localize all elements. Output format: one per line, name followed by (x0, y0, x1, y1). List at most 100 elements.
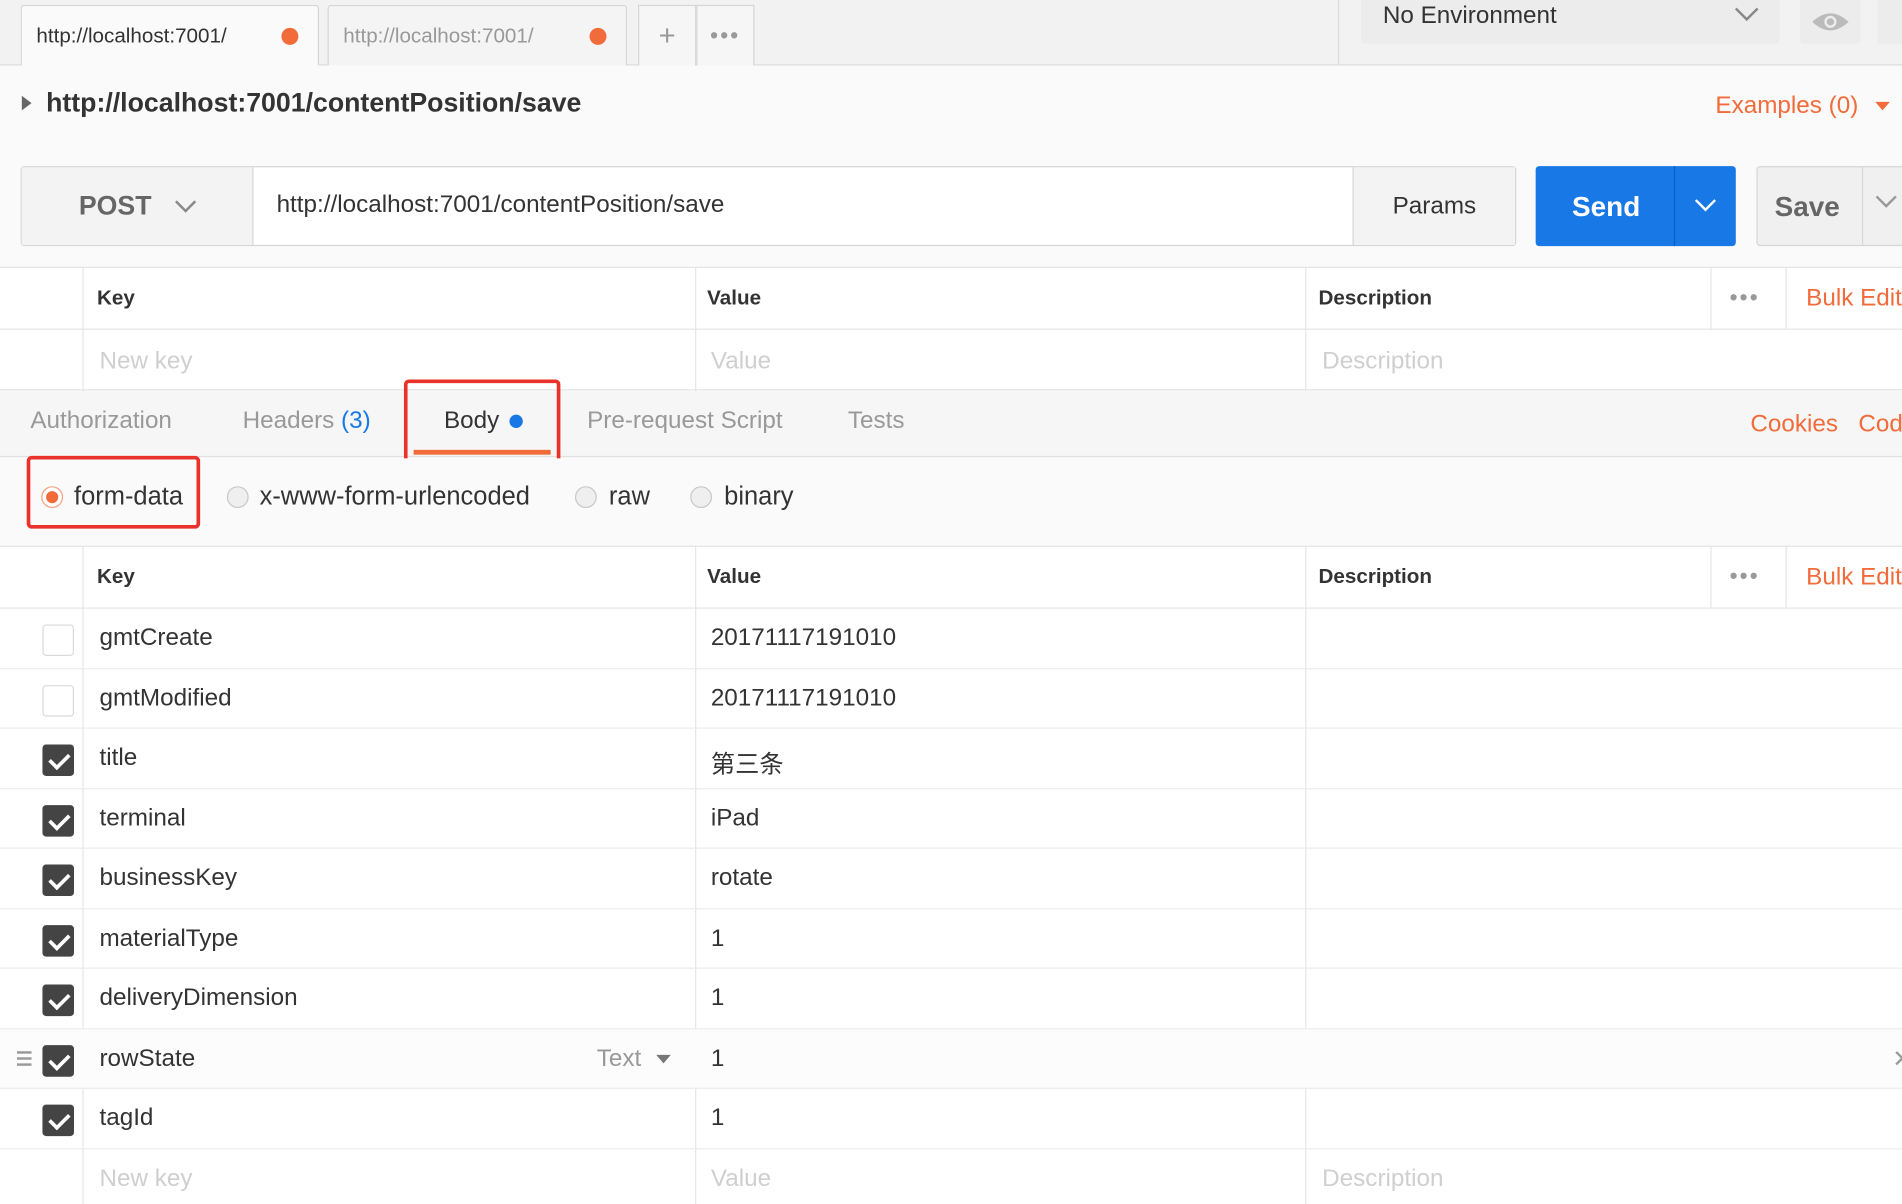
save-button[interactable]: Save (1756, 166, 1902, 247)
send-button[interactable]: Send (1535, 166, 1736, 247)
row-enable-checkbox[interactable] (42, 1044, 74, 1077)
params-button[interactable]: Params (1352, 167, 1516, 245)
row-key[interactable]: title (99, 744, 137, 772)
method-label: POST (78, 190, 152, 221)
params-table-header: Key Value Description ••• Bulk Edit (0, 268, 1902, 330)
new-param-description-input[interactable]: Description (1322, 348, 1443, 376)
row-enable-checkbox[interactable] (42, 924, 74, 957)
row-key[interactable]: gmtModified (99, 684, 231, 712)
tab-authorization[interactable]: Authorization (30, 407, 172, 435)
table-row: rowState Text 1 ✕ (0, 1028, 1902, 1089)
caret-down-icon (655, 1054, 671, 1063)
method-select[interactable]: POST (21, 167, 254, 245)
row-value[interactable]: iPad (711, 804, 760, 832)
row-value[interactable]: 20171117191010 (711, 684, 896, 712)
row-key[interactable]: terminal (99, 804, 185, 832)
examples-dropdown[interactable]: Examples (0) (1715, 92, 1890, 120)
row-key[interactable]: rowState (99, 1045, 195, 1073)
tab-pre-request-script[interactable]: Pre-request Script (587, 407, 783, 435)
new-param-key-input[interactable]: New key (99, 348, 192, 376)
urlencoded-label: x-www-form-urlencoded (259, 482, 530, 511)
manage-environments-button[interactable] (1877, 0, 1902, 44)
bulk-edit-link[interactable]: Bulk Edit (1806, 285, 1902, 313)
row-value[interactable]: 第三条 (711, 744, 784, 779)
chevron-down-icon (1733, 2, 1760, 30)
row-enable-checkbox[interactable] (42, 864, 74, 897)
tab-options-button[interactable]: ••• (696, 4, 755, 66)
ellipsis-icon: ••• (710, 23, 741, 48)
plus-icon: + (658, 18, 676, 52)
tab-headers-label: Headers (242, 407, 335, 435)
value-type-select[interactable]: Text (597, 1045, 671, 1073)
new-tab-button[interactable]: + (638, 4, 697, 66)
row-enable-checkbox[interactable] (42, 984, 74, 1017)
raw-radio[interactable] (574, 486, 597, 509)
body-type-selector: form-data x-www-form-urlencoded raw bina… (0, 458, 1902, 546)
row-key[interactable]: materialType (99, 925, 238, 953)
request-subtabs: Authorization Headers (3) Body Pre-reque… (0, 391, 1902, 458)
chevron-down-icon (173, 192, 197, 220)
eye-icon (1812, 13, 1849, 31)
column-options-ellipsis-icon[interactable]: ••• (1730, 564, 1760, 589)
table-row: deliveryDimension 1 (0, 969, 1902, 1029)
row-value[interactable]: 1 (711, 925, 724, 953)
body-form-data-table: Key Value Description ••• Bulk Edit gmtC… (0, 545, 1902, 1204)
row-value[interactable]: rotate (711, 865, 773, 893)
expand-triangle-icon (21, 95, 32, 111)
row-enable-checkbox[interactable] (42, 684, 74, 716)
url-input[interactable]: http://localhost:7001/contentPosition/sa… (277, 192, 725, 220)
unsaved-dot-icon (589, 27, 607, 45)
save-label: Save (1774, 190, 1840, 222)
send-options-chevron-icon[interactable] (1693, 188, 1717, 220)
row-key[interactable]: tagId (99, 1105, 153, 1133)
row-enable-checkbox[interactable] (42, 744, 74, 776)
new-value-input[interactable]: Value (711, 1165, 771, 1193)
description-column-header: Description (1318, 286, 1432, 310)
save-options-chevron-icon[interactable] (1874, 188, 1898, 216)
new-description-input[interactable]: Description (1322, 1165, 1443, 1193)
row-enable-checkbox[interactable] (42, 1104, 74, 1137)
row-value[interactable]: 1 (711, 1045, 724, 1073)
row-value[interactable]: 20171117191010 (711, 624, 896, 652)
environment-quick-look-button[interactable] (1800, 0, 1861, 44)
column-options-ellipsis-icon[interactable]: ••• (1730, 285, 1760, 310)
column-divider (82, 267, 84, 392)
request-tab-2[interactable]: http://localhost:7001/ (327, 4, 628, 66)
value-column-header: Value (707, 565, 762, 589)
row-key[interactable]: businessKey (99, 865, 237, 893)
bulk-edit-link[interactable]: Bulk Edit (1806, 564, 1902, 592)
environment-label: No Environment (1382, 2, 1557, 30)
new-param-value-input[interactable]: Value (711, 348, 771, 376)
send-label: Send (1572, 190, 1641, 222)
headers-count-badge: (3) (341, 407, 371, 435)
row-value[interactable]: 1 (711, 985, 724, 1013)
form-data-highlight-box (26, 455, 201, 529)
request-name-toggle[interactable]: http://localhost:7001/contentPosition/sa… (21, 87, 582, 119)
new-row: New key Value Description (0, 1149, 1902, 1204)
row-enable-checkbox[interactable] (42, 804, 74, 837)
column-divider (1785, 267, 1787, 330)
table-row: gmtModified 20171117191010 (0, 669, 1902, 729)
code-link[interactable]: Code (1858, 411, 1902, 439)
row-value[interactable]: 1 (711, 1105, 724, 1133)
caret-down-icon (1875, 101, 1890, 111)
params-table: Key Value Description ••• Bulk Edit New … (0, 266, 1902, 392)
value-column-header: Value (707, 286, 762, 310)
binary-radio[interactable] (690, 486, 713, 509)
key-column-header: Key (97, 565, 135, 589)
table-row: terminal iPad (0, 789, 1902, 849)
delete-row-icon[interactable]: ✕ (1892, 1043, 1902, 1073)
cookies-link[interactable]: Cookies (1750, 411, 1838, 439)
row-enable-checkbox[interactable] (42, 624, 74, 656)
row-key[interactable]: deliveryDimension (99, 985, 297, 1013)
new-key-input[interactable]: New key (99, 1165, 192, 1193)
urlencoded-radio[interactable] (226, 486, 249, 509)
drag-handle-icon[interactable] (16, 1050, 32, 1068)
row-key[interactable]: gmtCreate (99, 624, 212, 652)
environment-select[interactable]: No Environment (1360, 0, 1780, 44)
tab-tests[interactable]: Tests (848, 407, 905, 435)
table-row: tagId 1 (0, 1089, 1902, 1149)
toolbar-divider (1337, 0, 1340, 66)
request-tab-1[interactable]: http://localhost:7001/ (20, 4, 320, 66)
tab-headers[interactable]: Headers (3) (243, 407, 371, 435)
